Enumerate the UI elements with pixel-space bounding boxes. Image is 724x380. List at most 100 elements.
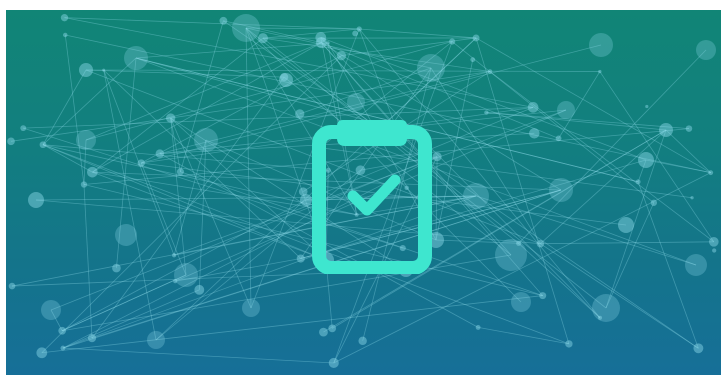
network-node [319,327,328,337]
network-node [296,254,305,263]
network-node [565,340,573,348]
network-node [635,179,641,185]
network-node [356,26,362,32]
network-link [135,42,329,59]
network-node [124,46,148,70]
network-node [618,217,634,233]
network-link [245,27,252,309]
network-node [137,159,145,167]
network-node [80,181,88,188]
network-node [598,69,602,74]
network-node [79,63,93,77]
network-node [279,72,289,82]
network-node [555,135,562,142]
network-link [435,59,474,241]
hero-banner [6,10,721,375]
network-node [39,141,47,149]
network-link [478,327,569,345]
network-link [64,17,360,30]
network-node [173,279,178,284]
network-node [690,196,694,200]
network-node [592,294,620,322]
network-node [712,248,717,253]
network-node [589,33,613,57]
network-node [549,178,573,202]
network-node [295,109,305,119]
network-node [171,253,177,258]
network-node [336,50,347,61]
network-node [87,333,97,343]
network-link [540,243,699,349]
network-node [495,239,527,271]
network-node [417,54,445,82]
network-node [194,128,218,152]
network-node [685,125,693,132]
network-node [41,300,61,320]
network-node [7,137,15,146]
network-node [693,343,704,354]
network-node [219,16,228,25]
network-node [358,336,367,346]
network-link [42,144,327,261]
network-node [28,192,44,208]
network-node [174,263,198,287]
network-node [539,292,547,300]
network-node [352,30,359,37]
network-node [463,183,489,209]
network-node [20,125,27,132]
network-node [115,224,137,246]
network-link [451,41,655,204]
network-node [645,104,649,109]
network-node [432,152,442,162]
network-node [58,326,67,335]
network-node [36,347,48,359]
network-node [475,324,481,330]
network-node [60,345,66,351]
network-node [232,14,260,42]
network-node [315,32,327,43]
network-node [449,38,456,45]
network-node [597,315,603,320]
network-node [484,110,489,115]
network-node [242,299,260,317]
network-node [298,187,308,196]
network-node [8,282,16,290]
network-node [63,32,68,38]
network-node [155,149,165,158]
network-link [518,243,601,319]
network-node [76,130,96,150]
network-node [638,152,654,168]
network-node [650,199,658,206]
network-link [665,129,711,173]
network-node [102,68,106,72]
clipboard-check-icon [312,120,432,274]
network-node [112,263,121,273]
network-node [708,237,719,247]
network-node [347,93,365,111]
network-node [257,33,269,44]
network-node [511,292,531,312]
network-link [262,37,491,72]
network-link [645,159,711,174]
network-node [87,166,98,178]
network-node [166,113,176,123]
network-node [516,240,522,246]
network-node [696,40,716,60]
network-node [470,57,476,63]
network-node [527,102,539,113]
network-link [62,347,334,364]
network-link [103,69,157,341]
network-node [328,357,339,369]
network-node [176,168,184,176]
network-node [472,34,480,42]
network-node [487,69,493,74]
network-node [557,101,575,119]
network-node [685,254,707,276]
network-node [536,239,545,248]
network-link [262,28,360,39]
network-node [194,284,205,295]
network-node [147,331,165,349]
network-link [359,28,477,39]
network-node [529,128,540,139]
network-node [60,14,69,22]
